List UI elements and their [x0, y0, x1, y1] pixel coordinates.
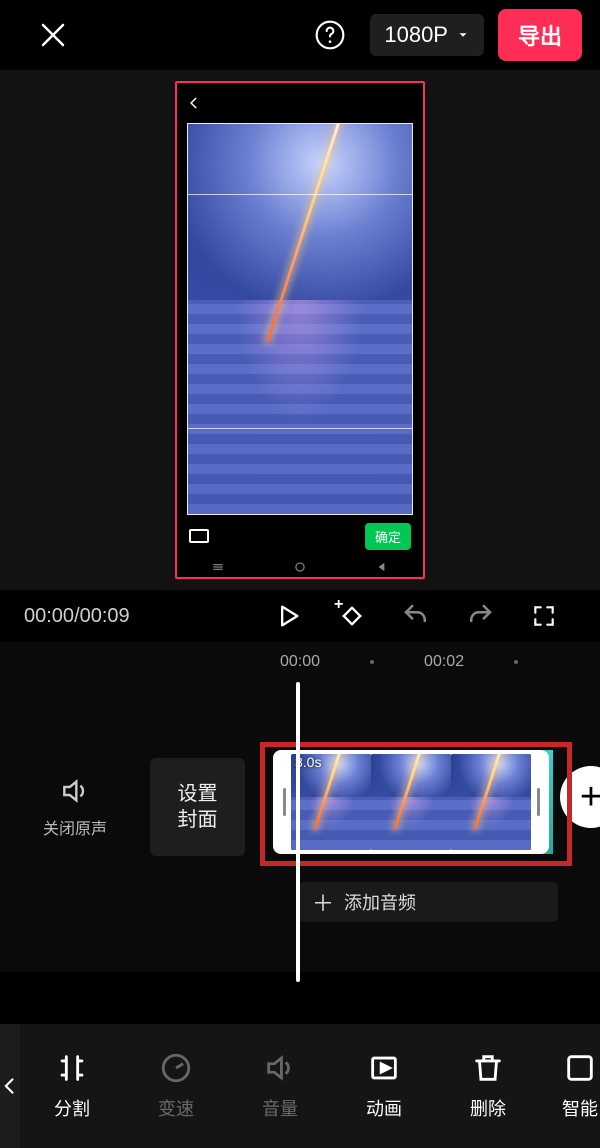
set-cover-button[interactable]: 设置 封面 — [150, 758, 245, 856]
tool-ai[interactable]: 智能 — [540, 1024, 600, 1148]
tool-label: 智能 — [562, 1095, 598, 1121]
phone-nav-bar — [177, 557, 423, 577]
trash-icon — [471, 1051, 505, 1085]
timeline-ruler[interactable]: 00:00 00:02 — [0, 642, 600, 682]
tool-label: 音量 — [262, 1095, 298, 1121]
clip-handle-right[interactable] — [531, 754, 545, 850]
tool-label: 变速 — [158, 1095, 194, 1121]
chevron-left-icon — [0, 1076, 20, 1096]
resolution-dropdown[interactable]: 1080P — [370, 14, 484, 56]
chevron-down-icon — [456, 28, 470, 42]
aspect-ratio-icon[interactable] — [189, 529, 209, 543]
close-icon[interactable] — [38, 20, 68, 50]
preview-phone-frame: 确定 — [175, 81, 425, 579]
tick-dot — [370, 660, 374, 664]
nav-home-icon — [293, 560, 307, 574]
toolbar-back-button[interactable] — [0, 1024, 20, 1148]
preview-area: 确定 — [0, 70, 600, 590]
confirm-button[interactable]: 确定 — [365, 523, 411, 550]
add-clip-button[interactable]: + — [560, 766, 600, 828]
tool-label: 分割 — [54, 1095, 90, 1121]
ai-icon — [563, 1051, 597, 1085]
volume-icon — [263, 1051, 297, 1085]
clip-thumbnail — [451, 754, 531, 850]
resolution-label: 1080P — [384, 22, 448, 48]
back-icon[interactable] — [187, 96, 201, 110]
tool-delete[interactable]: 删除 — [436, 1024, 540, 1148]
speed-icon — [159, 1051, 193, 1085]
split-icon — [55, 1051, 89, 1085]
animation-icon — [367, 1051, 401, 1085]
playhead[interactable] — [296, 682, 300, 982]
plus-icon: + — [580, 776, 600, 819]
add-keyframe-button[interactable]: + — [332, 596, 372, 636]
timeline[interactable]: 关闭原声 设置 封面 3.0s + — [0, 682, 600, 972]
tick-label: 00:02 — [424, 653, 464, 671]
tool-split[interactable]: 分割 — [20, 1024, 124, 1148]
timecode: 00:00/00:09 — [24, 605, 130, 628]
fullscreen-button[interactable] — [524, 596, 564, 636]
mute-icon[interactable] — [59, 775, 91, 807]
nav-back-icon — [375, 560, 389, 574]
tool-speed[interactable]: 变速 — [124, 1024, 228, 1148]
tool-animation[interactable]: 动画 — [332, 1024, 436, 1148]
plus-icon: + — [334, 596, 343, 614]
mute-label: 关闭原声 — [43, 815, 107, 839]
play-button[interactable] — [268, 596, 308, 636]
clip-thumbnail — [371, 754, 451, 850]
tick-dot — [514, 660, 518, 664]
export-button[interactable]: 导出 — [498, 9, 582, 61]
help-icon[interactable] — [314, 19, 346, 51]
add-audio-button[interactable]: ＋ 添加音频 — [298, 882, 558, 922]
undo-button[interactable] — [396, 596, 436, 636]
tool-volume[interactable]: 音量 — [228, 1024, 332, 1148]
tool-label: 删除 — [470, 1095, 506, 1121]
plus-icon: ＋ — [312, 886, 334, 918]
preview-canvas[interactable] — [187, 123, 413, 515]
redo-button[interactable] — [460, 596, 500, 636]
tool-label: 动画 — [366, 1095, 402, 1121]
nav-recent-icon — [211, 560, 225, 574]
add-audio-label: 添加音频 — [344, 889, 416, 915]
clip-handle-left[interactable] — [277, 754, 291, 850]
tick-label: 00:00 — [280, 653, 320, 671]
